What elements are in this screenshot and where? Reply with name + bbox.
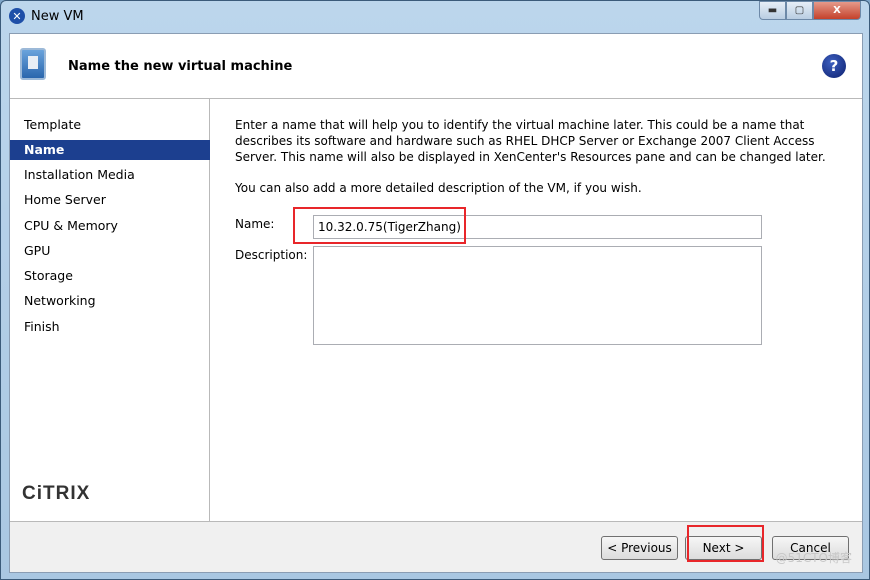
step-template[interactable]: Template — [10, 115, 210, 135]
new-vm-icon — [20, 48, 46, 80]
step-cpu-memory[interactable]: CPU & Memory — [10, 216, 210, 236]
page-title: Name the new virtual machine — [68, 59, 293, 74]
window-title: New VM — [31, 8, 84, 24]
name-label: Name: — [235, 217, 275, 231]
step-gpu[interactable]: GPU — [10, 241, 210, 261]
minimize-button[interactable]: ▬ — [759, 1, 786, 20]
step-storage[interactable]: Storage — [10, 266, 210, 286]
description-hint: You can also add a more detailed descrip… — [235, 181, 642, 195]
wizard-steps: Template Name Installation Media Home Se… — [10, 99, 210, 521]
step-installation-media[interactable]: Installation Media — [10, 165, 210, 185]
wizard-header: Name the new virtual machine ? — [10, 34, 862, 99]
annotation-highlight-name — [293, 207, 466, 244]
step-name[interactable]: Name — [10, 140, 210, 160]
description-input[interactable] — [313, 246, 762, 345]
xencenter-icon: ✕ — [9, 8, 25, 24]
wizard-content: Enter a name that will help you to ident… — [211, 99, 862, 521]
wizard-footer: < Previous Next > Cancel @51CTO博客 — [10, 521, 862, 572]
title-bar: ✕ New VM — [9, 5, 84, 27]
previous-button[interactable]: < Previous — [601, 536, 678, 560]
intro-text: Enter a name that will help you to ident… — [235, 118, 826, 164]
maximize-button[interactable]: ▢ — [786, 1, 813, 20]
close-button[interactable]: X — [813, 1, 861, 20]
watermark: @51CTO博客 — [775, 551, 852, 565]
help-button[interactable]: ? — [822, 54, 846, 78]
citrix-logo: CiTRIX — [22, 483, 91, 504]
window-frame: ✕ New VM ▬ ▢ X Name the new virtual mach… — [0, 0, 870, 580]
step-finish[interactable]: Finish — [10, 317, 210, 337]
wizard-dialog: Name the new virtual machine ? Template … — [9, 33, 863, 573]
description-label: Description: — [235, 248, 308, 262]
annotation-highlight-next — [687, 525, 764, 562]
step-networking[interactable]: Networking — [10, 291, 210, 311]
step-home-server[interactable]: Home Server — [10, 190, 210, 210]
